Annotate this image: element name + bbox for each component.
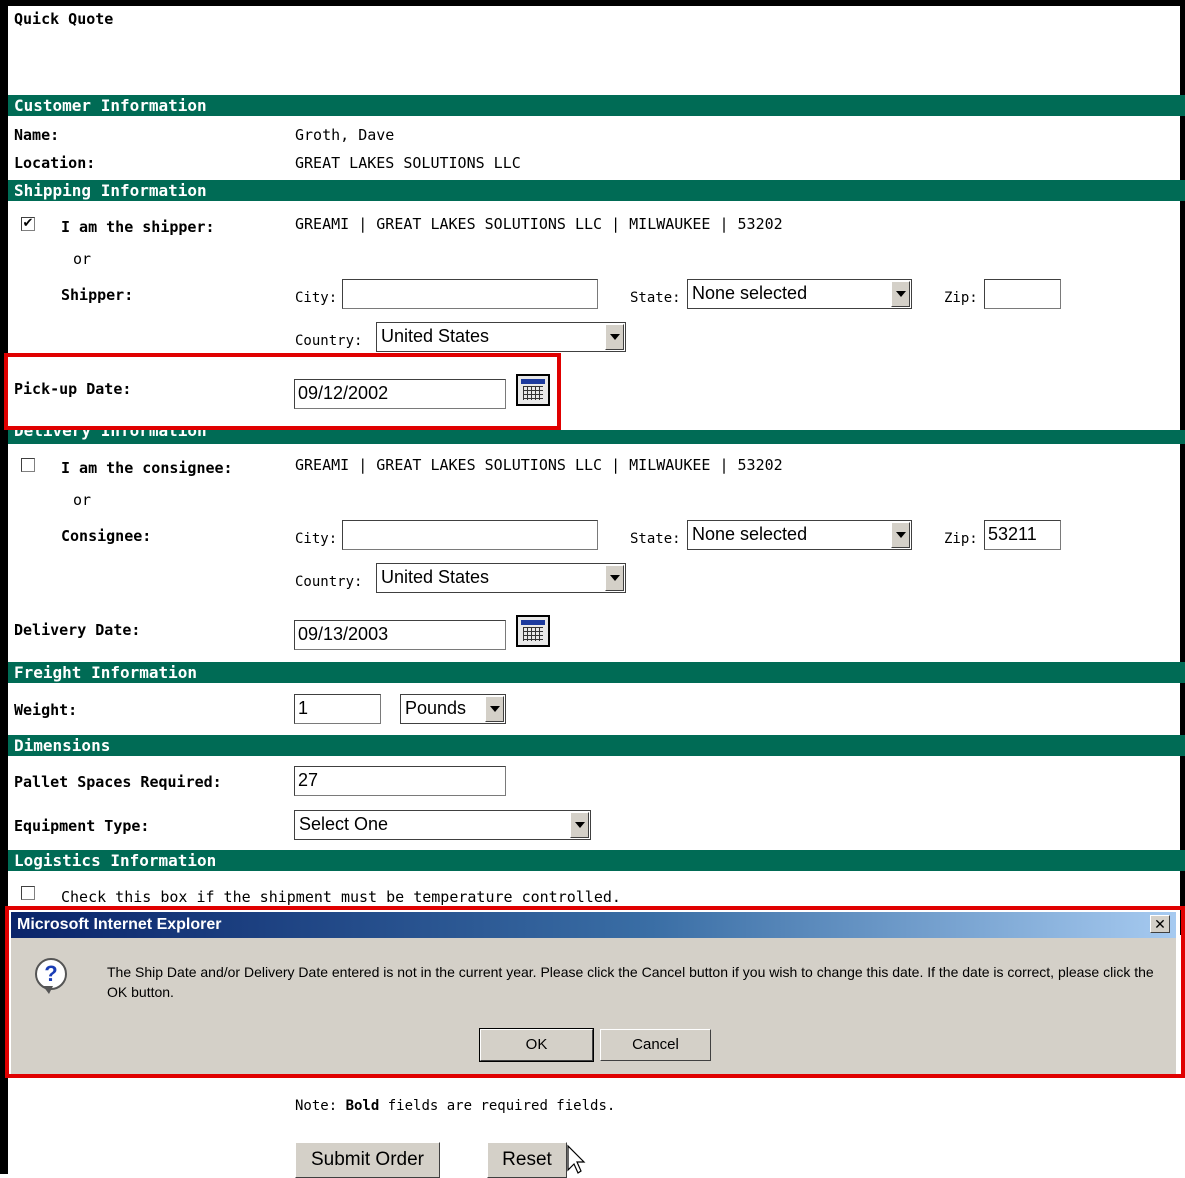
- page-title: Quick Quote: [14, 10, 114, 28]
- shipper-label: Shipper:: [61, 286, 134, 304]
- pallet-spaces-label: Pallet Spaces Required:: [14, 773, 222, 791]
- name-label: Name:: [14, 126, 60, 144]
- dialog-highlight-box: [5, 906, 1185, 1078]
- chevron-down-icon[interactable]: [605, 565, 624, 591]
- logistics-info-header: Logistics Information: [8, 850, 1185, 871]
- note-suffix: fields are required fields.: [379, 1098, 616, 1114]
- delivery-info-header: Delivery Information: [8, 430, 1185, 444]
- chevron-down-icon[interactable]: [570, 812, 589, 838]
- location-value: GREAT LAKES SOLUTIONS LLC: [295, 154, 521, 172]
- shipper-zip-input[interactable]: [984, 279, 1061, 309]
- shipper-country-select[interactable]: United States: [376, 322, 626, 352]
- consignee-state-select[interactable]: None selected: [687, 520, 912, 550]
- window-frame-top: [0, 0, 1185, 6]
- equipment-type-select[interactable]: Select One: [294, 810, 591, 840]
- dimensions-header: Dimensions: [8, 735, 1185, 756]
- chevron-down-icon[interactable]: [891, 522, 910, 548]
- consignee-country-select[interactable]: United States: [376, 563, 626, 593]
- submit-order-button[interactable]: Submit Order: [295, 1142, 440, 1178]
- pallet-spaces-input[interactable]: 27: [294, 766, 506, 796]
- checkmark-icon: ✔: [22, 216, 34, 231]
- chevron-down-icon[interactable]: [605, 324, 624, 350]
- consignee-country-label: Country:: [295, 574, 363, 590]
- shipper-state-select[interactable]: None selected: [687, 279, 912, 309]
- pickup-highlight-box: [4, 353, 561, 430]
- shipper-country-label: Country:: [295, 333, 363, 349]
- i-am-shipper-label: I am the shipper:: [61, 218, 215, 236]
- consignee-city-input[interactable]: [342, 520, 598, 550]
- shipper-city-label: City:: [295, 290, 338, 306]
- i-am-consignee-label: I am the consignee:: [61, 459, 233, 477]
- shipper-state-value: None selected: [692, 283, 808, 303]
- consignee-city-label: City:: [295, 531, 338, 547]
- consignee-country-value: United States: [381, 567, 490, 587]
- weight-label: Weight:: [14, 701, 78, 719]
- i-am-consignee-checkbox[interactable]: [21, 458, 35, 472]
- shipper-zip-label: Zip:: [944, 290, 978, 306]
- temperature-controlled-label: Check this box if the shipment must be t…: [61, 888, 621, 906]
- quick-quote-page: Quick Quote Customer Information Name: G…: [0, 0, 1185, 1178]
- mouse-cursor-icon: [567, 1144, 586, 1174]
- delivery-date-input[interactable]: 09/13/2003: [294, 620, 506, 650]
- consignee-zip-label: Zip:: [944, 531, 978, 547]
- note-bold-word: Bold: [345, 1098, 380, 1114]
- window-frame-right: [1180, 0, 1185, 935]
- consignee-info: GREAMI | GREAT LAKES SOLUTIONS LLC | MIL…: [295, 456, 783, 474]
- shipper-city-input[interactable]: [342, 279, 598, 309]
- shipper-state-label: State:: [630, 290, 681, 306]
- shipper-info: GREAMI | GREAT LAKES SOLUTIONS LLC | MIL…: [295, 215, 783, 233]
- location-label: Location:: [14, 154, 96, 172]
- delivery-date-label: Delivery Date:: [14, 621, 141, 639]
- or-text: or: [73, 491, 92, 509]
- equipment-type-value: Select One: [299, 814, 389, 834]
- weight-unit-select[interactable]: Pounds: [400, 694, 506, 724]
- consignee-state-value: None selected: [692, 524, 808, 544]
- chevron-down-icon[interactable]: [485, 696, 504, 722]
- shipping-info-header: Shipping Information: [8, 180, 1185, 201]
- required-note: Note: Bold fields are required fields.: [295, 1098, 615, 1114]
- equipment-type-label: Equipment Type:: [14, 817, 150, 835]
- consignee-zip-input[interactable]: 53211: [984, 520, 1061, 550]
- weight-input[interactable]: 1: [294, 694, 381, 724]
- consignee-label: Consignee:: [61, 527, 152, 545]
- i-am-shipper-checkbox[interactable]: ✔: [21, 217, 35, 231]
- consignee-state-label: State:: [630, 531, 681, 547]
- or-text: or: [73, 250, 92, 268]
- freight-info-header: Freight Information: [8, 662, 1185, 683]
- temperature-controlled-checkbox[interactable]: [21, 886, 35, 900]
- name-value: Groth, Dave: [295, 126, 395, 144]
- note-prefix: Note:: [295, 1098, 346, 1114]
- weight-unit-value: Pounds: [405, 698, 467, 718]
- shipper-country-value: United States: [381, 326, 490, 346]
- customer-info-header: Customer Information: [8, 95, 1185, 116]
- chevron-down-icon[interactable]: [891, 281, 910, 307]
- calendar-icon[interactable]: [516, 615, 550, 647]
- reset-button[interactable]: Reset: [487, 1142, 567, 1178]
